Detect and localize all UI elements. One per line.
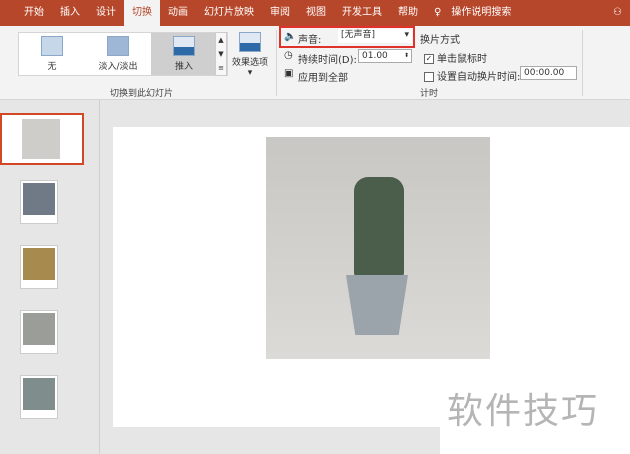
duration-value: 01.00 <box>362 51 388 61</box>
auto-time-value: 00:00.00 <box>524 68 565 78</box>
group-transition-label: 切换到此幻灯片 <box>110 89 174 99</box>
sound-select[interactable]: [无声音] ▾ <box>338 29 412 43</box>
speaker-icon: 🔈 <box>284 31 297 42</box>
advance-title: 换片方式 <box>420 35 460 46</box>
push-icon <box>173 36 195 56</box>
tell-me-search[interactable]: 操作说明搜索 <box>449 0 513 26</box>
tab-design[interactable]: 设计 <box>88 0 124 26</box>
sound-value: [无声音] <box>341 30 376 40</box>
checkbox-checked[interactable]: ✓ <box>424 54 434 64</box>
effect-options-icon <box>239 32 261 52</box>
slide-thumb-3[interactable] <box>20 245 58 289</box>
duration-input[interactable]: 01.00 ⬍ <box>358 49 412 63</box>
transition-fade[interactable]: 淡入/淡出 <box>85 33 151 75</box>
tab-animations[interactable]: 动画 <box>160 0 196 26</box>
label: 淡入/淡出 <box>98 62 138 72</box>
fade-icon <box>107 36 129 56</box>
tab-help[interactable]: 帮助 <box>390 0 426 26</box>
apply-all-button[interactable]: 应用到全部 <box>298 69 348 84</box>
watermark: 软件技巧 <box>447 391 600 432</box>
effect-options-label: 效果选项 <box>231 58 268 68</box>
divider <box>582 30 583 96</box>
duration-label: 持续时间(D): <box>298 55 357 66</box>
tab-transitions[interactable]: 切换 <box>124 0 160 26</box>
tab-slideshow[interactable]: 幻灯片放映 <box>196 0 262 26</box>
cactus <box>354 177 404 277</box>
transition-push[interactable]: 推入 <box>151 33 217 75</box>
pot <box>346 275 408 335</box>
ribbon-tabs: 开始 插入 设计 切换 动画 幻灯片放映 审阅 视图 开发工具 帮助 ♀ 操作说… <box>0 0 630 26</box>
auto-after-label: 设置自动换片时间: <box>437 72 521 83</box>
sound-label: 声音: <box>298 35 322 46</box>
cactus-photo[interactable] <box>266 137 490 359</box>
group-timing-label: 计时 <box>420 89 439 99</box>
on-click-label: 单击鼠标时 <box>437 54 487 65</box>
label: 无 <box>47 62 57 72</box>
apply-all-icon: ▣ <box>284 68 294 79</box>
checkbox[interactable] <box>424 72 434 82</box>
slide-thumb-4[interactable] <box>20 310 58 354</box>
transition-none[interactable]: 无 <box>19 33 85 75</box>
slide-thumb-2[interactable] <box>20 180 58 224</box>
gallery-scroll[interactable]: ▲ ▼ ≡ <box>215 32 227 76</box>
divider <box>276 30 277 96</box>
none-icon <box>41 36 63 56</box>
on-click-option[interactable]: ✓ 单击鼠标时 <box>424 50 487 65</box>
tab-review[interactable]: 审阅 <box>262 0 298 26</box>
auto-time-input[interactable]: 00:00.00 <box>520 66 577 80</box>
label: 推入 <box>174 62 193 72</box>
auto-after-option[interactable]: 设置自动换片时间: <box>424 68 520 83</box>
tab-view[interactable]: 视图 <box>298 0 334 26</box>
transition-gallery: 无 淡入/淡出 推入 <box>18 32 228 76</box>
person-icon[interactable]: ⚇ <box>605 0 630 26</box>
slide-thumb-1[interactable] <box>0 113 84 165</box>
tab-developer[interactable]: 开发工具 <box>334 0 390 26</box>
slide-thumb-5[interactable] <box>20 375 58 419</box>
lightbulb-icon: ♀ <box>434 7 442 18</box>
tab-home[interactable]: 开始 <box>16 0 52 26</box>
tab-insert[interactable]: 插入 <box>52 0 88 26</box>
clock-icon: ◷ <box>284 50 293 61</box>
ribbon: 无 淡入/淡出 推入 ▲ ▼ ≡ 效果选项 ▾ 切换到此幻灯片 🔈 声音: [无声音]… <box>0 26 630 100</box>
effect-options-button[interactable]: 效果选项 ▾ <box>230 32 270 78</box>
